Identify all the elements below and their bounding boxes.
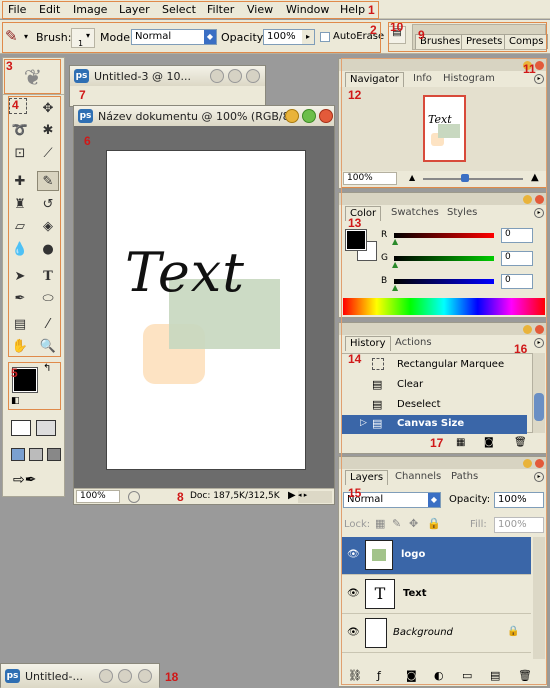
zoom-field[interactable]: 100%: [76, 490, 120, 503]
maximize-button[interactable]: [228, 69, 242, 83]
main-doc-titlebar[interactable]: ps Název dokumentu @ 100% (RGB/8): [74, 106, 334, 126]
annotation-5: 5: [11, 366, 18, 380]
menu-bar-highlight: [2, 1, 379, 19]
canvas-text-layer: Text: [125, 241, 245, 304]
photoshop-doc-icon: ps: [74, 69, 89, 83]
options-bar-highlight: [2, 22, 381, 53]
photoshop-doc-icon: ps: [5, 669, 20, 683]
minimized-document-window[interactable]: ps Untitled-...: [0, 663, 160, 688]
untitled-3-title: Untitled-3 @ 10...: [94, 70, 191, 83]
annotation-3: 3: [6, 59, 13, 73]
minimized-doc-titlebar[interactable]: ps Untitled-...: [1, 664, 159, 688]
annotation-6: 6: [84, 134, 91, 148]
close-button[interactable]: [138, 669, 152, 683]
horizontal-scrollbar[interactable]: ◂ ▸: [298, 491, 332, 503]
palette-well-highlight: [388, 22, 547, 52]
annotation-4: 4: [12, 98, 19, 112]
annotation-2: 2: [370, 23, 377, 37]
canvas-area[interactable]: Text: [74, 126, 334, 488]
status-menu-arrow-icon[interactable]: ▶: [288, 490, 296, 501]
minimized-doc-title: Untitled-...: [25, 670, 83, 683]
doc-size-info: Doc: 187,5K/312,5K: [190, 491, 280, 501]
minimize-button[interactable]: [285, 109, 299, 123]
annotation-1: 1: [368, 3, 375, 17]
photoshop-doc-icon: ps: [78, 109, 93, 123]
close-button[interactable]: [246, 69, 260, 83]
untitled-3-titlebar[interactable]: ps Untitled-3 @ 10...: [70, 66, 265, 86]
standard-mode-button[interactable]: [11, 420, 31, 436]
document-window-main: ps Název dokumentu @ 100% (RGB/8) Text 1…: [73, 105, 335, 505]
toolbox-divider: [3, 94, 64, 95]
close-button[interactable]: [319, 109, 333, 123]
screen-mode-standard-icon[interactable]: [11, 448, 25, 461]
color-foreground-swatch[interactable]: [345, 229, 367, 251]
annotation-18: 18: [165, 670, 179, 684]
status-preview-icon[interactable]: [128, 491, 140, 503]
screen-mode-menubar-icon[interactable]: [29, 448, 43, 461]
annotation-7: 7: [79, 88, 86, 102]
palettes-dock-highlight: [341, 58, 547, 685]
zoom-value: 100%: [80, 491, 106, 501]
main-doc-title: Název dokumentu @ 100% (RGB/8): [98, 110, 294, 123]
jump-to-imageready-icon[interactable]: ⇨✒: [13, 472, 53, 490]
document-status-bar: 100% Doc: 187,5K/312,5K ▶ ◂ ▸: [74, 488, 334, 504]
document-window-untitled-3: ps Untitled-3 @ 10...: [69, 65, 266, 107]
annotation-8: 8: [177, 490, 184, 504]
canvas-document[interactable]: Text: [106, 150, 306, 470]
maximize-button[interactable]: [302, 109, 316, 123]
minimize-button[interactable]: [210, 69, 224, 83]
restore-button[interactable]: [99, 669, 113, 683]
screen-mode-full-icon[interactable]: [47, 448, 61, 461]
annotation-9: 9: [418, 28, 425, 42]
quick-mask-button[interactable]: [36, 420, 56, 436]
tools-highlight: [8, 96, 61, 357]
maximize-button[interactable]: [118, 669, 132, 683]
